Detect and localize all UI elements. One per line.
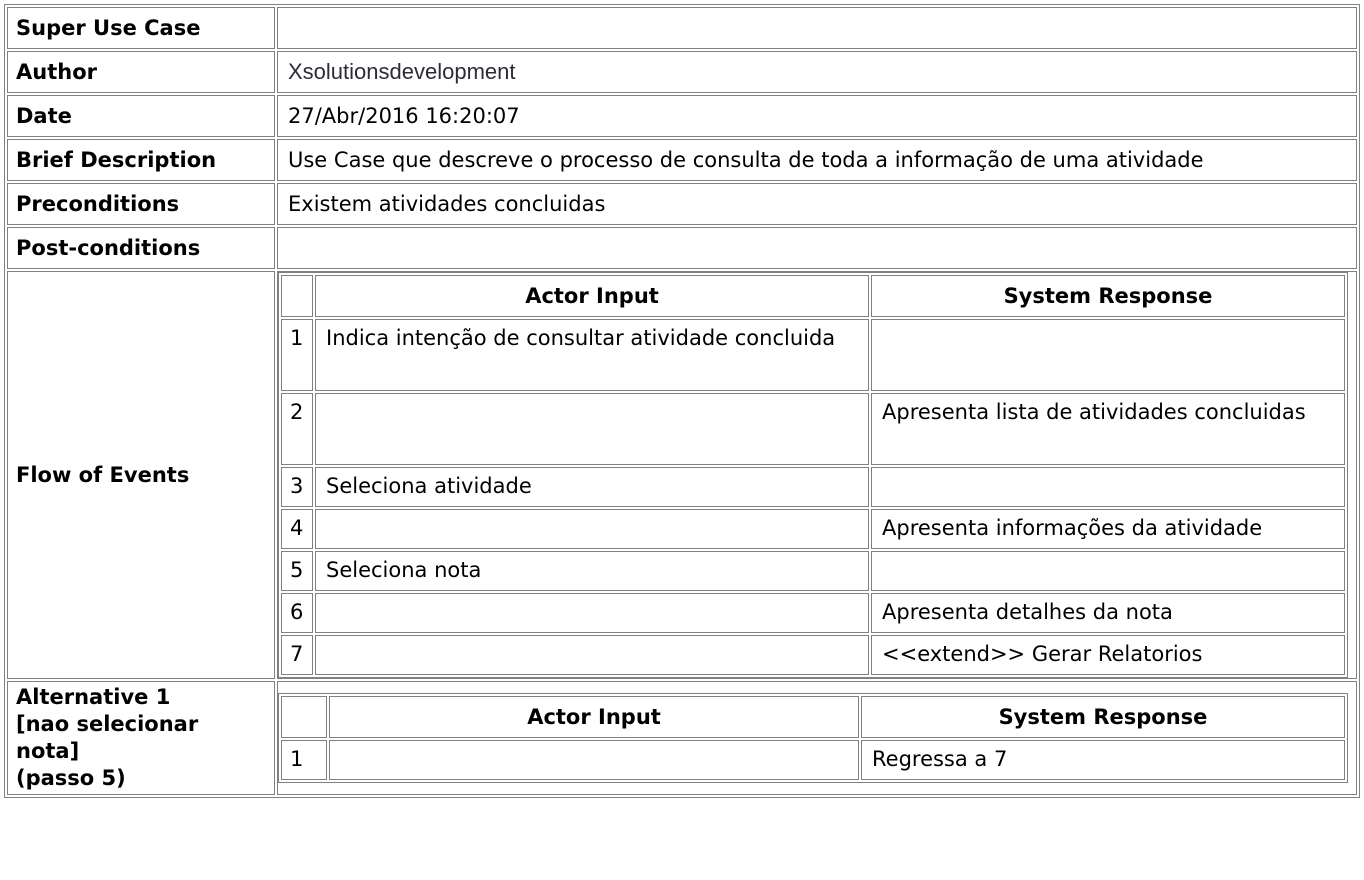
post-conditions-value xyxy=(277,227,1357,269)
flow-header-system-response: System Response xyxy=(871,275,1345,317)
alternative-header-actor-input: Actor Input xyxy=(329,696,859,738)
alternative-header-system-response: System Response xyxy=(861,696,1345,738)
flow-step-system-response xyxy=(871,467,1345,507)
alternative-step-row: 1 Regressa a 7 xyxy=(281,740,1345,780)
flow-step-row: 5 Seleciona nota xyxy=(281,551,1345,591)
alternative-label-line: nota] xyxy=(16,739,80,763)
author-label: Author xyxy=(7,51,275,93)
date-value: 27/Abr/2016 16:20:07 xyxy=(277,95,1357,137)
row-flow-of-events: Flow of Events Actor Input System Respon… xyxy=(7,271,1357,679)
flow-step-actor-input: Seleciona atividade xyxy=(315,467,869,507)
use-case-table: Super Use Case Author Xsolutionsdevelopm… xyxy=(4,4,1360,798)
flow-step-system-response: Apresenta informações da atividade xyxy=(871,509,1345,549)
flow-step-number: 1 xyxy=(281,319,313,391)
flow-header-num xyxy=(281,275,313,317)
alternative-cell: Actor Input System Response 1 Regressa a … xyxy=(277,681,1357,795)
post-conditions-label: Post-conditions xyxy=(7,227,275,269)
alternative-label-line: [nao selecionar xyxy=(16,712,199,736)
brief-description-label: Brief Description xyxy=(7,139,275,181)
row-brief-description: Brief Description Use Case que descreve … xyxy=(7,139,1357,181)
alternative-label: Alternative 1 [nao selecionar nota] (pas… xyxy=(7,681,275,795)
flow-header-actor-input: Actor Input xyxy=(315,275,869,317)
flow-step-number: 6 xyxy=(281,593,313,633)
row-super-use-case: Super Use Case xyxy=(7,7,1357,49)
flow-step-number: 4 xyxy=(281,509,313,549)
flow-step-number: 2 xyxy=(281,393,313,465)
date-label: Date xyxy=(7,95,275,137)
row-author: Author Xsolutionsdevelopment xyxy=(7,51,1357,93)
alternative-step-actor-input xyxy=(329,740,859,780)
flow-steps-table: Actor Input System Response 1 Indica inte… xyxy=(278,272,1348,678)
flow-step-system-response xyxy=(871,319,1345,391)
alternative-steps-body: 1 Regressa a 7 xyxy=(281,740,1345,780)
flow-step-actor-input xyxy=(315,635,869,675)
flow-step-row: 6 Apresenta detalhes da nota xyxy=(281,593,1345,633)
author-value: Xsolutionsdevelopment xyxy=(277,51,1357,93)
flow-step-row: 7 <<extend>> Gerar Relatorios xyxy=(281,635,1345,675)
flow-step-system-response: <<extend>> Gerar Relatorios xyxy=(871,635,1345,675)
alternative-steps-table: Actor Input System Response 1 Regressa a … xyxy=(278,693,1348,783)
flow-step-actor-input xyxy=(315,509,869,549)
flow-steps-body: 1 Indica intenção de consultar atividade … xyxy=(281,319,1345,675)
alternative-label-line: Alternative 1 xyxy=(16,685,171,709)
super-use-case-label: Super Use Case xyxy=(7,7,275,49)
flow-of-events-cell: Actor Input System Response 1 Indica inte… xyxy=(277,271,1357,679)
flow-header-row: Actor Input System Response xyxy=(281,275,1345,317)
flow-step-actor-input xyxy=(315,393,869,465)
flow-step-system-response: Apresenta detalhes da nota xyxy=(871,593,1345,633)
alternative-header-row: Actor Input System Response xyxy=(281,696,1345,738)
flow-step-row: 2 Apresenta lista de atividades concluida… xyxy=(281,393,1345,465)
alternative-label-line: (passo 5) xyxy=(16,766,126,790)
flow-step-actor-input xyxy=(315,593,869,633)
row-alternative-1: Alternative 1 [nao selecionar nota] (pas… xyxy=(7,681,1357,795)
brief-description-value: Use Case que descreve o processo de cons… xyxy=(277,139,1357,181)
row-preconditions: Preconditions Existem atividades conclui… xyxy=(7,183,1357,225)
flow-step-system-response xyxy=(871,551,1345,591)
alternative-step-number: 1 xyxy=(281,740,327,780)
flow-of-events-label: Flow of Events xyxy=(7,271,275,679)
flow-step-number: 5 xyxy=(281,551,313,591)
flow-step-actor-input: Indica intenção de consultar atividade c… xyxy=(315,319,869,391)
flow-step-number: 7 xyxy=(281,635,313,675)
alternative-header-num xyxy=(281,696,327,738)
flow-step-system-response: Apresenta lista de atividades concluidas xyxy=(871,393,1345,465)
super-use-case-value xyxy=(277,7,1357,49)
flow-step-number: 3 xyxy=(281,467,313,507)
row-date: Date 27/Abr/2016 16:20:07 xyxy=(7,95,1357,137)
preconditions-label: Preconditions xyxy=(7,183,275,225)
row-post-conditions: Post-conditions xyxy=(7,227,1357,269)
alternative-step-system-response: Regressa a 7 xyxy=(861,740,1345,780)
flow-step-actor-input: Seleciona nota xyxy=(315,551,869,591)
flow-step-row: 3 Seleciona atividade xyxy=(281,467,1345,507)
preconditions-value: Existem atividades concluidas xyxy=(277,183,1357,225)
flow-step-row: 4 Apresenta informações da atividade xyxy=(281,509,1345,549)
flow-step-row: 1 Indica intenção de consultar atividade … xyxy=(281,319,1345,391)
